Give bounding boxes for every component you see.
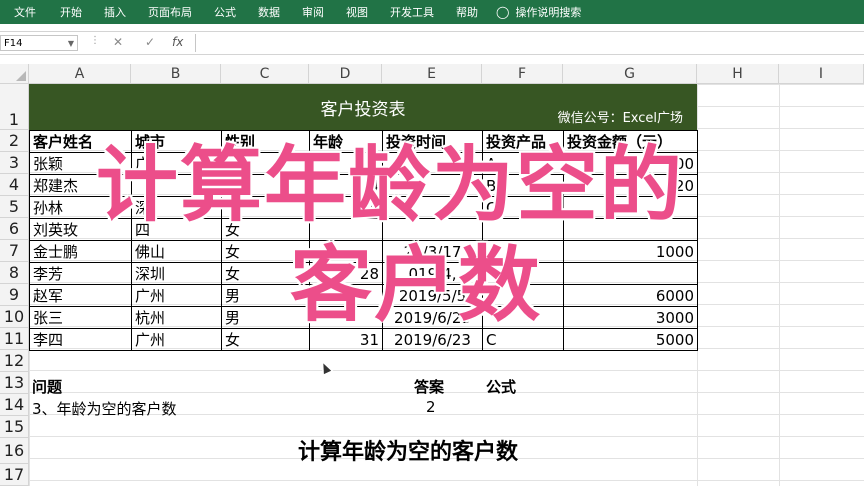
formula-label[interactable]: 公式: [486, 376, 516, 397]
row-header-13[interactable]: 13: [0, 372, 29, 394]
cell[interactable]: [563, 262, 698, 285]
tab-developer[interactable]: 开发工具: [390, 4, 434, 20]
overlay-title-line1: 计算年龄为空的: [96, 138, 685, 233]
more-icon: ⋮: [90, 35, 100, 46]
chevron-down-icon[interactable]: ▼: [68, 36, 74, 52]
tab-help[interactable]: 帮助: [456, 4, 478, 20]
row-header-4[interactable]: 4: [0, 174, 29, 196]
cell[interactable]: 张三: [29, 306, 132, 329]
wechat-label: 微信公号：Excel广场: [557, 111, 683, 126]
name-box[interactable]: F14 ▼: [0, 35, 78, 51]
formula-bar: F14 ▼ ⋮ ✕ ✓ fx: [0, 31, 864, 55]
cell[interactable]: 5000: [563, 328, 698, 351]
row-header-8[interactable]: 8: [0, 262, 29, 284]
row-header-7[interactable]: 7: [0, 240, 29, 262]
tab-view[interactable]: 视图: [346, 4, 368, 20]
row-header-17[interactable]: 17: [0, 464, 29, 486]
ribbon-tabs: 文件 开始 插入 页面布局 公式 数据 审阅 视图 开发工具 帮助 ◯ 操作说明…: [0, 0, 864, 24]
cell[interactable]: 李四: [29, 328, 132, 351]
col-header-g[interactable]: G: [563, 64, 697, 84]
caption: 计算年龄为空的客户数: [298, 440, 519, 465]
row-header-1[interactable]: 1: [0, 84, 29, 130]
col-header-e[interactable]: E: [382, 64, 482, 84]
row-header-5[interactable]: 5: [0, 196, 29, 218]
cell[interactable]: 广州: [131, 328, 222, 351]
col-header-d[interactable]: D: [309, 64, 382, 84]
cell[interactable]: 佛山: [131, 240, 222, 263]
col-header-h[interactable]: H: [697, 64, 779, 84]
row-header-11[interactable]: 11: [0, 328, 29, 350]
col-header-c[interactable]: C: [221, 64, 309, 84]
cancel-icon[interactable]: ✕: [113, 35, 123, 49]
cell[interactable]: 1000: [563, 240, 698, 263]
tab-home[interactable]: 开始: [60, 4, 82, 20]
tab-file[interactable]: 文件: [14, 4, 36, 20]
row-header-14[interactable]: 14: [0, 394, 29, 416]
answer-label[interactable]: 答案: [414, 376, 444, 397]
tab-insert[interactable]: 插入: [104, 4, 126, 20]
tab-data[interactable]: 数据: [258, 4, 280, 20]
cell[interactable]: 李芳: [29, 262, 132, 285]
enter-icon[interactable]: ✓: [145, 35, 155, 49]
row-header-9[interactable]: 9: [0, 284, 29, 306]
row-header-10[interactable]: 10: [0, 306, 29, 328]
row-header-2[interactable]: 2: [0, 130, 29, 152]
cell[interactable]: 赵军: [29, 284, 132, 307]
select-all-corner[interactable]: [0, 64, 29, 84]
cell[interactable]: 3000: [563, 306, 698, 329]
cell[interactable]: 杭州: [131, 306, 222, 329]
cell[interactable]: 深圳: [131, 262, 222, 285]
question-text[interactable]: 3、年龄为空的客户数: [32, 398, 177, 419]
answer-value[interactable]: 2: [426, 398, 436, 416]
row-header-12[interactable]: 12: [0, 350, 29, 372]
col-header-f[interactable]: F: [482, 64, 563, 84]
col-header-i[interactable]: I: [779, 64, 864, 84]
name-box-value: F14: [4, 38, 23, 49]
tab-review[interactable]: 审阅: [302, 4, 324, 20]
col-header-a[interactable]: A: [29, 64, 131, 84]
row-header-6[interactable]: 6: [0, 218, 29, 240]
cell[interactable]: 金士鹏: [29, 240, 132, 263]
lightbulb-icon: ◯: [496, 5, 510, 19]
row-header-16[interactable]: 16: [0, 438, 29, 464]
question-label[interactable]: 问题: [32, 376, 62, 397]
tell-me-search[interactable]: 操作说明搜索: [515, 4, 581, 20]
row-header-15[interactable]: 15: [0, 416, 29, 438]
tab-page-layout[interactable]: 页面布局: [148, 4, 192, 20]
tab-formulas[interactable]: 公式: [214, 4, 236, 20]
cell[interactable]: 6000: [563, 284, 698, 307]
row-header-3[interactable]: 3: [0, 152, 29, 174]
overlay-title-line2: 客户数: [290, 238, 543, 333]
col-header-b[interactable]: B: [131, 64, 221, 84]
insert-function-icon[interactable]: fx: [172, 35, 183, 49]
formula-input[interactable]: [195, 34, 864, 52]
cell[interactable]: 广州: [131, 284, 222, 307]
table-title-band: 客户投资表 微信公号：Excel广场: [29, 84, 697, 130]
